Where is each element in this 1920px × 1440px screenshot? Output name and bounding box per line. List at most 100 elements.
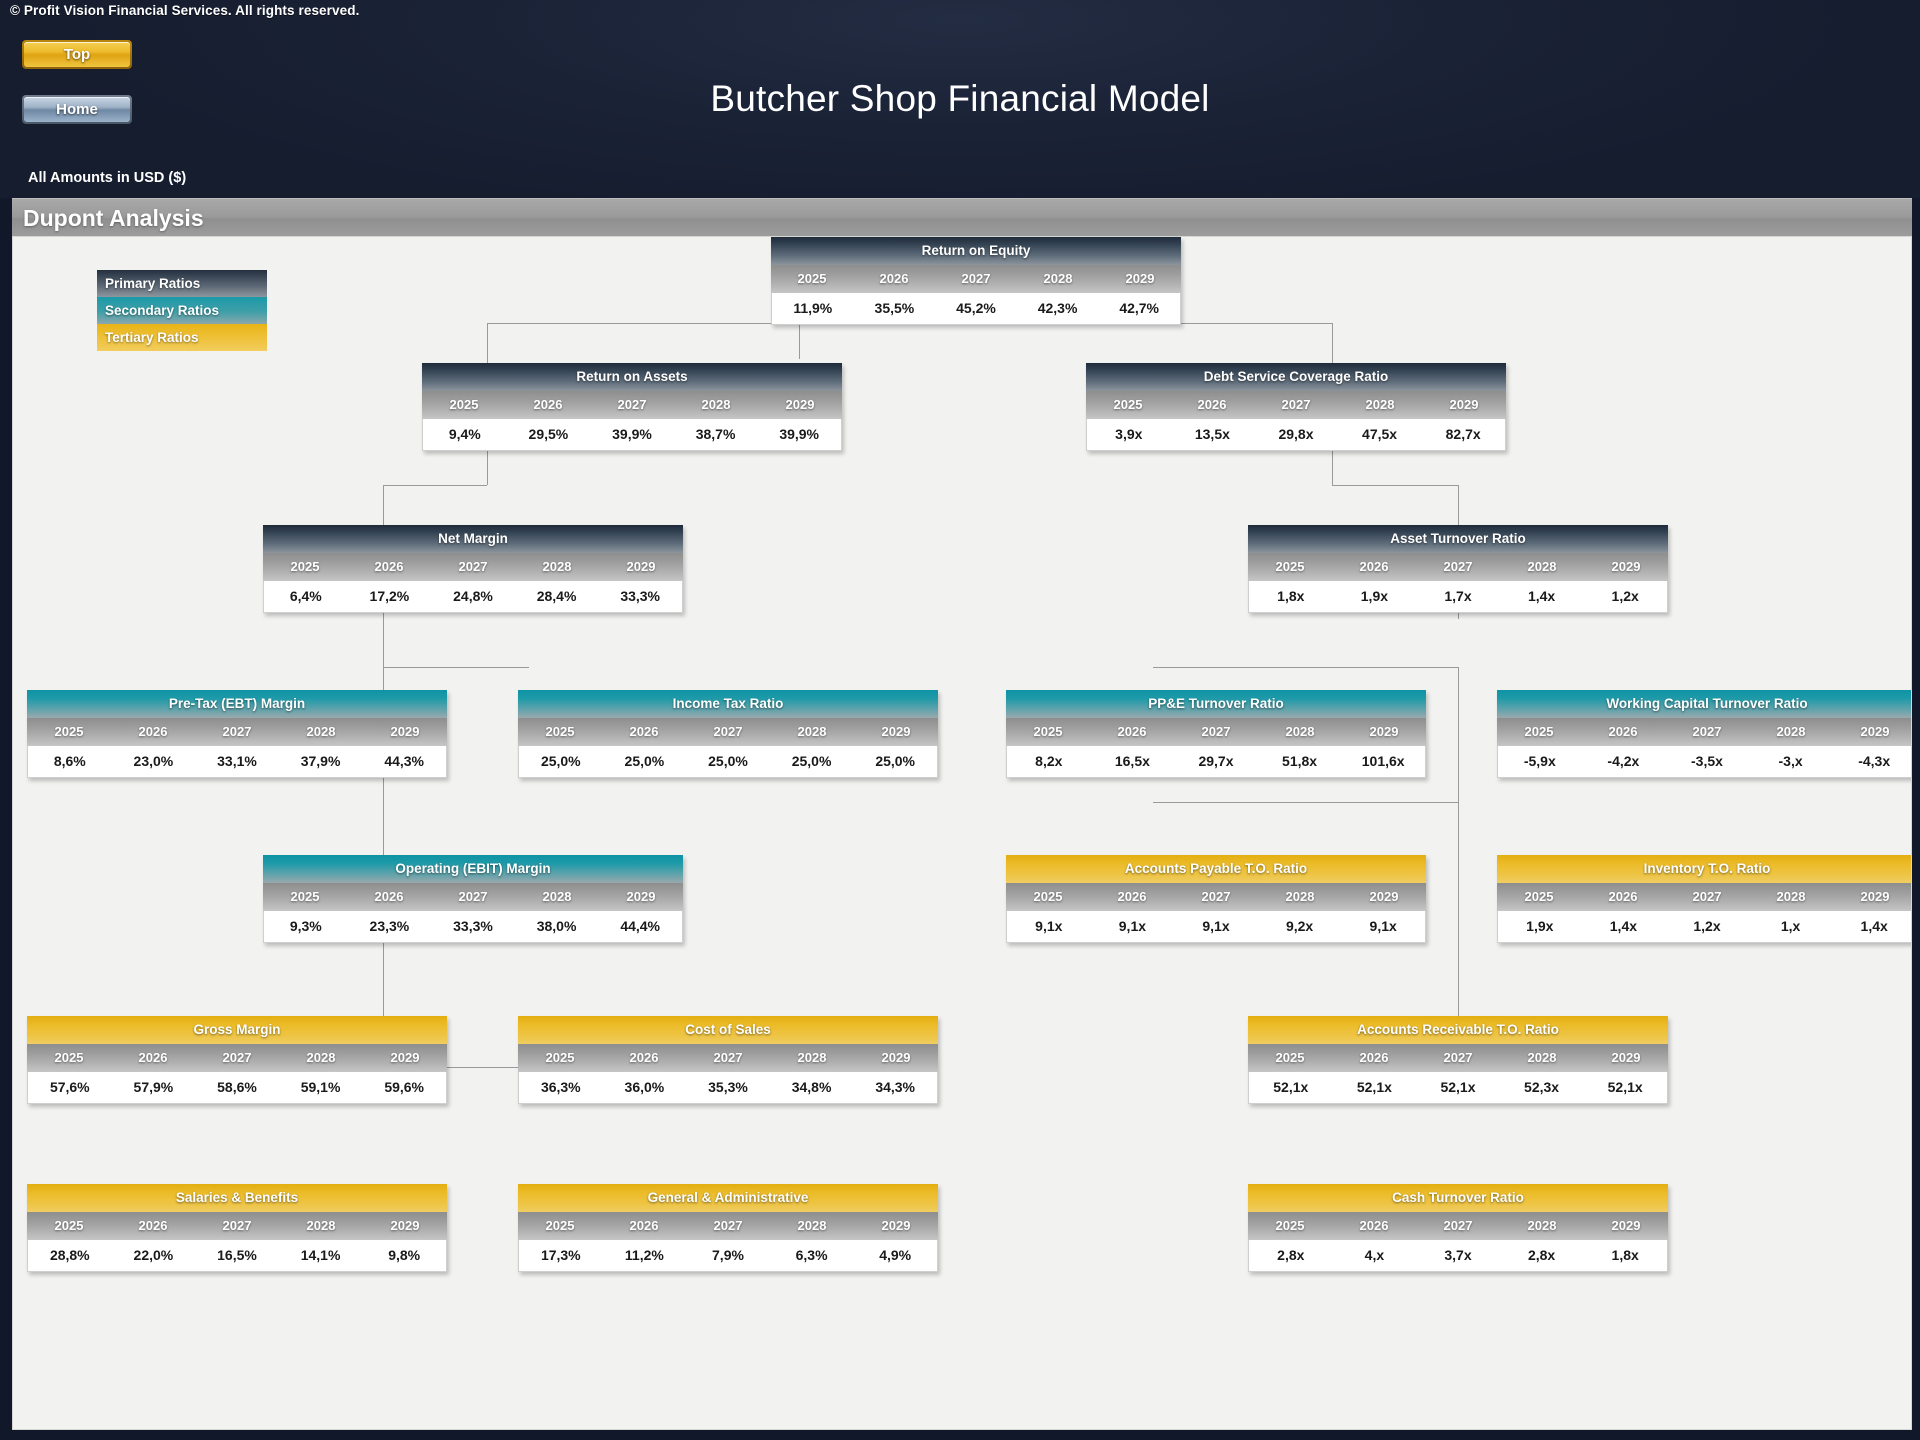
value-cell: 59,6% bbox=[384, 1079, 425, 1095]
node-title: Income Tax Ratio bbox=[518, 690, 938, 718]
value-cell: 9,1x bbox=[1369, 918, 1397, 934]
connector bbox=[799, 323, 800, 359]
node-cash-turnover-ratio[interactable]: Cash Turnover Ratio 2025 2026 2027 2028 … bbox=[1248, 1184, 1668, 1272]
value-cell: 42,3% bbox=[1037, 300, 1078, 316]
value-cell: -4,2x bbox=[1607, 753, 1640, 769]
year-cell: 2025 bbox=[1275, 559, 1305, 574]
value-cell: 6,3% bbox=[795, 1247, 828, 1263]
value-cell: 101,6x bbox=[1361, 753, 1405, 769]
node-pre-tax-ebt-margin[interactable]: Pre-Tax (EBT) Margin 2025 2026 2027 2028… bbox=[27, 690, 447, 778]
node-values: 28,8% 22,0% 16,5% 14,1% 9,8% bbox=[27, 1240, 447, 1272]
node-years: 2025 2026 2027 2028 2029 bbox=[1497, 883, 1911, 911]
node-years: 2025 2026 2027 2028 2029 bbox=[27, 1044, 447, 1072]
node-salaries-and-benefits[interactable]: Salaries & Benefits 2025 2026 2027 2028 … bbox=[27, 1184, 447, 1272]
connector bbox=[487, 323, 488, 363]
node-years: 2025 2026 2027 2028 2029 bbox=[1248, 553, 1668, 581]
value-cell: 4,x bbox=[1364, 1247, 1385, 1263]
node-cost-of-sales[interactable]: Cost of Sales 2025 2026 2027 2028 2029 3… bbox=[518, 1016, 938, 1104]
node-gross-margin[interactable]: Gross Margin 2025 2026 2027 2028 2029 57… bbox=[27, 1016, 447, 1104]
value-cell: 44,3% bbox=[384, 753, 425, 769]
value-cell: 23,0% bbox=[133, 753, 174, 769]
year-cell: 2028 bbox=[1776, 889, 1806, 904]
node-years: 2025 2026 2027 2028 2029 bbox=[518, 718, 938, 746]
year-cell: 2029 bbox=[1611, 1218, 1641, 1233]
node-title: Cash Turnover Ratio bbox=[1248, 1184, 1668, 1212]
year-cell: 2027 bbox=[1201, 724, 1231, 739]
dupont-analysis-page: © Profit Vision Financial Services. All … bbox=[0, 0, 1920, 1440]
diagram-canvas: Primary Ratios Secondary Ratios Tertiary… bbox=[12, 236, 1912, 1430]
year-cell: 2028 bbox=[797, 1050, 827, 1065]
year-cell: 2026 bbox=[1117, 724, 1147, 739]
year-cell: 2026 bbox=[629, 1050, 659, 1065]
year-cell: 2025 bbox=[290, 559, 320, 574]
year-cell: 2029 bbox=[881, 1218, 911, 1233]
node-years: 2025 2026 2027 2028 2029 bbox=[27, 718, 447, 746]
year-cell: 2026 bbox=[1608, 724, 1638, 739]
node-accounts-payable-to-ratio[interactable]: Accounts Payable T.O. Ratio 2025 2026 20… bbox=[1006, 855, 1426, 943]
year-cell: 2026 bbox=[1197, 397, 1227, 412]
node-asset-turnover-ratio[interactable]: Asset Turnover Ratio 2025 2026 2027 2028… bbox=[1248, 525, 1668, 613]
node-title: Asset Turnover Ratio bbox=[1248, 525, 1668, 553]
year-cell: 2026 bbox=[879, 271, 909, 286]
year-cell: 2025 bbox=[449, 397, 479, 412]
year-cell: 2029 bbox=[1369, 724, 1399, 739]
node-net-margin[interactable]: Net Margin 2025 2026 2027 2028 2029 6,4%… bbox=[263, 525, 683, 613]
year-cell: 2025 bbox=[1275, 1218, 1305, 1233]
value-cell: 1,9x bbox=[1526, 918, 1554, 934]
value-cell: 34,3% bbox=[875, 1079, 916, 1095]
value-cell: 38,7% bbox=[695, 426, 736, 442]
top-button[interactable]: Top bbox=[22, 40, 132, 69]
year-cell: 2026 bbox=[138, 724, 168, 739]
year-cell: 2027 bbox=[961, 271, 991, 286]
node-title: Salaries & Benefits bbox=[27, 1184, 447, 1212]
value-cell: 58,6% bbox=[217, 1079, 257, 1095]
year-cell: 2025 bbox=[54, 1218, 84, 1233]
node-title: Cost of Sales bbox=[518, 1016, 938, 1044]
value-cell: 17,2% bbox=[369, 588, 410, 604]
value-cell: 1,7x bbox=[1444, 588, 1472, 604]
node-title: Inventory T.O. Ratio bbox=[1497, 855, 1911, 883]
value-cell: 39,9% bbox=[779, 426, 820, 442]
node-inventory-to-ratio[interactable]: Inventory T.O. Ratio 2025 2026 2027 2028… bbox=[1497, 855, 1911, 943]
node-title: Accounts Receivable T.O. Ratio bbox=[1248, 1016, 1668, 1044]
year-cell: 2029 bbox=[390, 1218, 420, 1233]
node-values: 25,0% 25,0% 25,0% 25,0% 25,0% bbox=[518, 746, 938, 778]
value-cell: 1,4x bbox=[1860, 918, 1888, 934]
node-title: Working Capital Turnover Ratio bbox=[1497, 690, 1911, 718]
year-cell: 2025 bbox=[1524, 724, 1554, 739]
year-cell: 2026 bbox=[374, 889, 404, 904]
legend-item-tertiary: Tertiary Ratios bbox=[97, 324, 267, 351]
node-title: Return on Assets bbox=[422, 363, 842, 391]
year-cell: 2027 bbox=[1443, 559, 1473, 574]
value-cell: 8,6% bbox=[53, 753, 86, 769]
connector bbox=[383, 485, 384, 525]
node-accounts-receivable-to-ratio[interactable]: Accounts Receivable T.O. Ratio 2025 2026… bbox=[1248, 1016, 1668, 1104]
node-return-on-equity[interactable]: Return on Equity 2025 2026 2027 2028 202… bbox=[771, 237, 1181, 325]
year-cell: 2027 bbox=[1443, 1218, 1473, 1233]
node-ppe-turnover-ratio[interactable]: PP&E Turnover Ratio 2025 2026 2027 2028 … bbox=[1006, 690, 1426, 778]
node-title: Pre-Tax (EBT) Margin bbox=[27, 690, 447, 718]
value-cell: 11,2% bbox=[624, 1247, 664, 1263]
node-debt-service-coverage-ratio[interactable]: Debt Service Coverage Ratio 2025 2026 20… bbox=[1086, 363, 1506, 451]
node-income-tax-ratio[interactable]: Income Tax Ratio 2025 2026 2027 2028 202… bbox=[518, 690, 938, 778]
year-cell: 2027 bbox=[222, 724, 252, 739]
node-working-capital-turnover-ratio[interactable]: Working Capital Turnover Ratio 2025 2026… bbox=[1497, 690, 1911, 778]
value-cell: 2,8x bbox=[1277, 1247, 1305, 1263]
year-cell: 2025 bbox=[545, 1218, 575, 1233]
value-cell: 9,1x bbox=[1202, 918, 1230, 934]
node-values: 8,6% 23,0% 33,1% 37,9% 44,3% bbox=[27, 746, 447, 778]
node-return-on-assets[interactable]: Return on Assets 2025 2026 2027 2028 202… bbox=[422, 363, 842, 451]
year-cell: 2028 bbox=[1527, 1218, 1557, 1233]
node-values: 52,1x 52,1x 52,1x 52,3x 52,1x bbox=[1248, 1072, 1668, 1104]
value-cell: 16,5x bbox=[1114, 753, 1150, 769]
connector bbox=[1332, 485, 1458, 486]
value-cell: 52,3x bbox=[1524, 1079, 1560, 1095]
node-general-and-administrative[interactable]: General & Administrative 2025 2026 2027 … bbox=[518, 1184, 938, 1272]
year-cell: 2026 bbox=[1359, 1218, 1389, 1233]
node-operating-ebit-margin[interactable]: Operating (EBIT) Margin 2025 2026 2027 2… bbox=[263, 855, 683, 943]
node-years: 2025 2026 2027 2028 2029 bbox=[518, 1212, 938, 1240]
value-cell: 6,4% bbox=[289, 588, 322, 604]
year-cell: 2026 bbox=[1117, 889, 1147, 904]
year-cell: 2028 bbox=[797, 1218, 827, 1233]
value-cell: 1,2x bbox=[1611, 588, 1639, 604]
